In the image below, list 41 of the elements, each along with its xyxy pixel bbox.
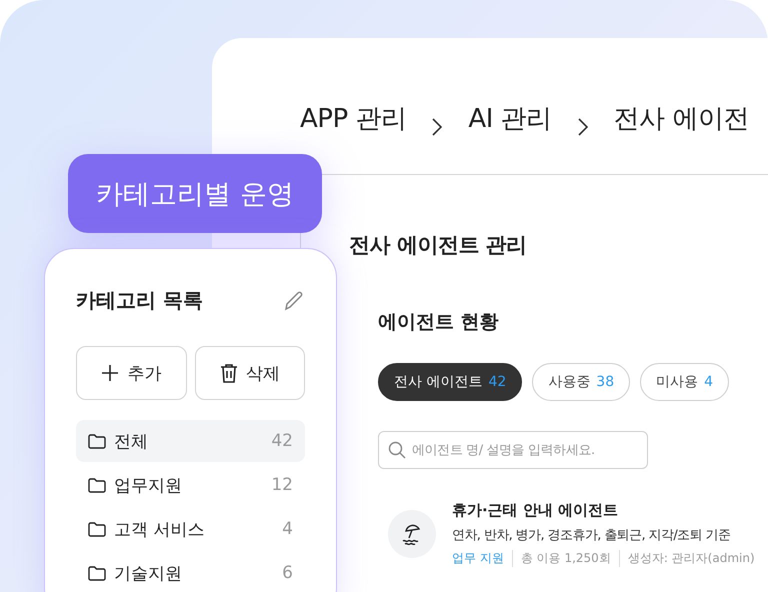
agent-description: 연차, 반차, 병가, 경조휴가, 출퇴근, 지각/조퇴 기준 (452, 527, 732, 544)
search-icon (388, 441, 406, 459)
category-label: 업무지원 (114, 474, 183, 496)
folder-icon (88, 566, 106, 580)
category-item[interactable]: 고객 서비스 4 (76, 508, 305, 550)
category-count: 42 (271, 431, 293, 451)
category-label: 전체 (114, 430, 149, 452)
category-count: 6 (282, 563, 293, 583)
plus-icon (101, 364, 120, 382)
agent-name[interactable]: 휴가·근태 안내 에이전트 (452, 501, 763, 520)
folder-icon (88, 434, 106, 448)
category-count: 12 (271, 475, 293, 495)
breadcrumb-item[interactable]: APP 관리 (300, 101, 406, 136)
breadcrumb-item[interactable]: 전사 에이전 (614, 101, 749, 136)
umbrella-icon (401, 523, 423, 545)
category-item[interactable]: 전체 42 (76, 420, 305, 462)
filter-chip[interactable]: 전사 에이전트 42 (378, 363, 522, 401)
category-label: 고객 서비스 (114, 518, 206, 540)
agent-creator: 생성자: 관리자(admin) (618, 550, 763, 567)
search-field[interactable]: 에이전트 명/ 설명을 입력하세요. (378, 431, 648, 469)
add-button[interactable]: 추가 (76, 346, 186, 400)
edit-icon[interactable] (283, 290, 305, 312)
folder-icon (88, 522, 106, 536)
delete-button[interactable]: 삭제 (194, 346, 305, 400)
folder-icon (88, 478, 106, 492)
filter-chip[interactable]: 사용중 38 (532, 363, 630, 401)
breadcrumb-item[interactable]: AI 관리 (468, 101, 552, 136)
category-item[interactable]: 기술지원 6 (76, 552, 305, 592)
trash-icon (220, 363, 238, 383)
feature-badge: 카테고리별 운영 (68, 154, 322, 233)
chevron-right-icon (432, 118, 442, 136)
filter-chip[interactable]: 미사용 4 (640, 363, 730, 401)
card-title: 카테고리 목록 (76, 287, 203, 314)
section-title: 에이전트 현황 (378, 310, 500, 335)
category-count: 4 (282, 519, 293, 539)
agent-category: 업무 지원 (452, 550, 505, 567)
category-item[interactable]: 업무지원 12 (76, 464, 305, 506)
chevron-right-icon (578, 118, 588, 136)
category-label: 기술지원 (114, 562, 183, 584)
page-title: 전사 에이전트 관리 (349, 232, 528, 259)
agent-usage: 총 이용 1,250회 (512, 550, 619, 567)
